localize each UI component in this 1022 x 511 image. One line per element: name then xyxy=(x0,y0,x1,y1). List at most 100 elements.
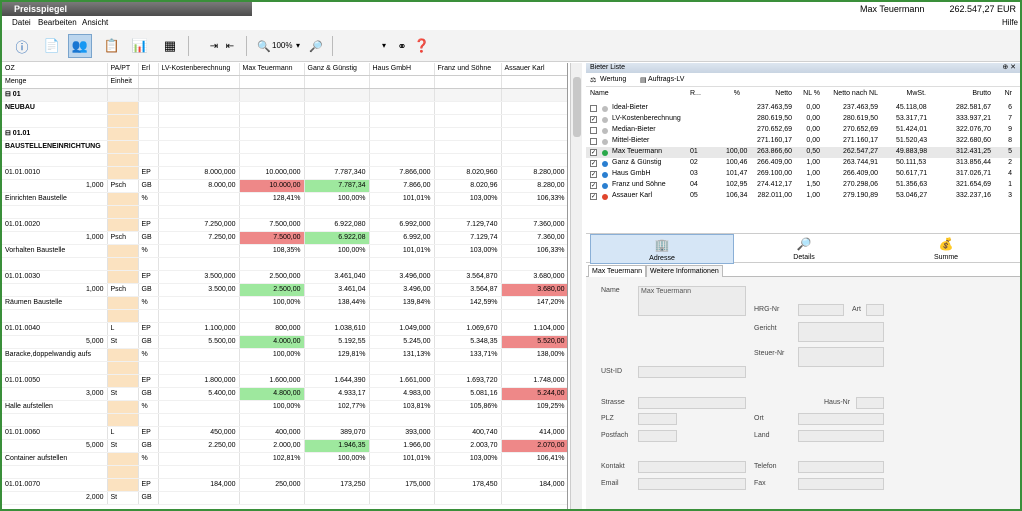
list-item[interactable]: Ideal-Bieter 237.463,59 0,00 237.463,59 45.1… xyxy=(586,103,1020,114)
table-row[interactable] xyxy=(2,153,567,168)
grid-view-icon[interactable]: ▦ xyxy=(158,34,182,58)
bidders-icon[interactable]: 👥 xyxy=(68,34,92,58)
land-field[interactable] xyxy=(798,430,884,442)
hrg-field[interactable] xyxy=(798,304,844,316)
info-icon[interactable]: ⓘ xyxy=(10,34,34,58)
column-header[interactable]: Erl xyxy=(138,63,159,77)
bidder-checkbox[interactable] xyxy=(590,138,597,145)
bidder-checkbox[interactable]: ✓ xyxy=(590,116,597,123)
help-icon[interactable]: ❓ xyxy=(410,34,434,58)
bidder-checkbox[interactable]: ✓ xyxy=(590,171,597,178)
art-field[interactable] xyxy=(866,304,884,316)
table-row[interactable] xyxy=(2,361,567,376)
plz-field[interactable] xyxy=(638,413,677,425)
list-column-header[interactable]: MwSt. xyxy=(896,90,926,97)
menu-hilfe[interactable]: Hilfe xyxy=(1002,18,1018,27)
kontakt-field[interactable] xyxy=(638,461,746,473)
fax-field[interactable] xyxy=(798,478,884,490)
table-row[interactable] xyxy=(2,205,567,220)
table-row[interactable]: 1,000 Psch GB 3.500,00 2.500,00 3.461,04 3.496… xyxy=(2,283,567,298)
ust-field[interactable] xyxy=(638,366,746,378)
table-row[interactable]: Einrichten Baustelle% 128,41% 100,00% 101,0… xyxy=(2,192,567,207)
steuer-field[interactable] xyxy=(798,347,884,367)
list-item[interactable]: Mittel-Bieter 271.160,17 0,00 271.160,17 51.… xyxy=(586,136,1020,147)
bidder-checkbox[interactable] xyxy=(590,127,597,134)
tab-adresse[interactable]: 🏢 Adresse xyxy=(590,234,734,264)
menu-datei[interactable]: Datei xyxy=(12,18,31,27)
vertical-scrollbar[interactable] xyxy=(570,63,582,509)
table-row[interactable]: NEUBAU xyxy=(2,101,567,116)
table-row[interactable] xyxy=(2,465,567,479)
zoom-level[interactable]: 100% xyxy=(272,41,292,50)
hausnr-field[interactable] xyxy=(856,397,884,409)
table-row[interactable]: 01.01.0040 L EP 1.100,000 800,000 1.038,610 1.… xyxy=(2,322,567,337)
table-row[interactable]: 01.01.0020 EP 7.250,000 7.500,000 6.922,080 6… xyxy=(2,218,567,233)
email-field[interactable] xyxy=(638,478,746,490)
table-row[interactable]: 01.01.0070 EP 184,000 250,000 173,250 175,000… xyxy=(2,478,567,492)
list-item[interactable]: ✓ Assauer Karl 05 106,34 282.011,00 1,00 279.1… xyxy=(586,191,1020,202)
zoom-dropdown-icon[interactable]: ▾ xyxy=(296,41,300,50)
table-row[interactable]: Halle aufstellen% 100,00% 102,77% 103,81% 10… xyxy=(2,400,567,415)
table-row[interactable]: ⊟ 01 xyxy=(2,88,567,103)
list-column-header[interactable]: NL % xyxy=(796,90,820,97)
menu-ansicht[interactable]: Ansicht xyxy=(82,18,108,27)
table-row[interactable]: 01.01.0010 EP 8.000,000 10.000,000 7.787,340… xyxy=(2,166,567,181)
list-column-header[interactable]: Nr xyxy=(1004,90,1012,97)
list-column-header[interactable]: Netto nach NL xyxy=(826,90,878,97)
table-row[interactable]: 01.01.0060 L EP 450,000 400,000 389,070 393,00… xyxy=(2,426,567,440)
list-item[interactable]: ✓ Max Teuermann 01 100,00 263.866,60 0,50 262.… xyxy=(586,147,1020,158)
document-edit-icon[interactable]: 📄 xyxy=(40,34,64,58)
list-item[interactable]: ✓ LV-Kostenberechnung 280.619,50 0,00 280.61… xyxy=(586,114,1020,125)
column-header[interactable]: Ganz & Günstig xyxy=(304,63,370,77)
name-field[interactable]: Max Teuermann xyxy=(638,286,746,316)
table-row[interactable]: ⊟ 01.01 xyxy=(2,127,567,142)
table-row[interactable] xyxy=(2,114,567,129)
list-item[interactable]: ✓ Franz und Söhne 04 102,95 274.412,17 1,50 27… xyxy=(586,180,1020,191)
column-header[interactable]: Haus GmbH xyxy=(369,63,435,77)
chart-icon[interactable]: 📊 xyxy=(128,34,152,58)
auftrags-lv-button[interactable]: Auftrags-LV xyxy=(648,76,684,83)
menu-bearbeiten[interactable]: Bearbeiten xyxy=(38,18,77,27)
table-row[interactable]: 01.01.0050 EP 1.800,000 1.600,000 1.644,390 1… xyxy=(2,374,567,389)
table-row[interactable]: 5,000 St GB 2.250,00 2.000,00 1.946,35 1.966,0… xyxy=(2,439,567,453)
column-header[interactable]: OZ xyxy=(2,63,108,77)
tab-summe[interactable]: 💰 Summe xyxy=(874,234,1018,264)
table-row[interactable]: Räumen Baustelle% 100,00% 138,44% 139,84% 14… xyxy=(2,296,567,311)
table-row[interactable]: Baracke,doppelwandig aufs% 100,00% 129,81%… xyxy=(2,348,567,363)
document-info-icon[interactable]: 📋 xyxy=(100,34,124,58)
strasse-field[interactable] xyxy=(638,397,746,409)
gericht-field[interactable] xyxy=(798,322,884,342)
list-item[interactable]: ✓ Haus GmbH 03 101,47 269.100,00 1,00 266.409,… xyxy=(586,169,1020,180)
table-row[interactable]: 1,000 Psch GB 7.250,00 7.500,00 6.922,08 6.992… xyxy=(2,231,567,246)
list-column-header[interactable]: Netto xyxy=(756,90,792,97)
subtab-max-teuermann[interactable]: Max Teuermann xyxy=(588,265,647,277)
wertung-button[interactable]: Wertung xyxy=(600,76,626,83)
list-column-header[interactable]: Name xyxy=(590,90,609,97)
pin-close-icon[interactable]: ⊕ ✕ xyxy=(1002,63,1016,71)
bidder-checkbox[interactable]: ✓ xyxy=(590,149,597,156)
column-header[interactable]: Assauer Karl xyxy=(501,63,567,77)
table-row[interactable]: 01.01.0030 EP 3.500,000 2.500,000 3.461,040 3… xyxy=(2,270,567,285)
table-row[interactable]: 3,000 St GB 5.400,00 4.800,00 4.933,17 4.983,0… xyxy=(2,387,567,402)
subtab-weitere-informationen[interactable]: Weitere Informationen xyxy=(646,265,723,277)
column-header[interactable]: PA/PT xyxy=(107,63,139,77)
list-column-header[interactable]: % xyxy=(726,90,740,97)
table-row[interactable]: BAUSTELLENEINRICHTUNG xyxy=(2,140,567,155)
ort-field[interactable] xyxy=(798,413,884,425)
bidder-checkbox[interactable]: ✓ xyxy=(590,193,597,200)
bidder-checkbox[interactable]: ✓ xyxy=(590,182,597,189)
list-column-header[interactable]: R... xyxy=(690,90,701,97)
tab-details[interactable]: 🔎 Details xyxy=(732,234,876,264)
dropdown-icon[interactable]: ▾ xyxy=(382,41,386,50)
list-column-header[interactable]: Brutto xyxy=(931,90,991,97)
column-header[interactable]: Max Teuermann xyxy=(239,63,305,77)
bidder-checkbox[interactable] xyxy=(590,105,597,112)
table-row[interactable]: 5,000 St GB 5.500,00 4.000,00 5.192,55 5.245,0… xyxy=(2,335,567,350)
outdent-icon[interactable]: ⇤ xyxy=(218,34,242,58)
table-row[interactable] xyxy=(2,257,567,272)
telefon-field[interactable] xyxy=(798,461,884,473)
table-row[interactable]: 2,000 St GB xyxy=(2,491,567,505)
list-item[interactable]: ✓ Ganz & Günstig 02 100,46 266.409,00 1,00 263… xyxy=(586,158,1020,169)
column-header[interactable]: LV-Kostenberechnung xyxy=(158,63,240,77)
zoom-out-icon[interactable]: 🔎 xyxy=(304,34,328,58)
